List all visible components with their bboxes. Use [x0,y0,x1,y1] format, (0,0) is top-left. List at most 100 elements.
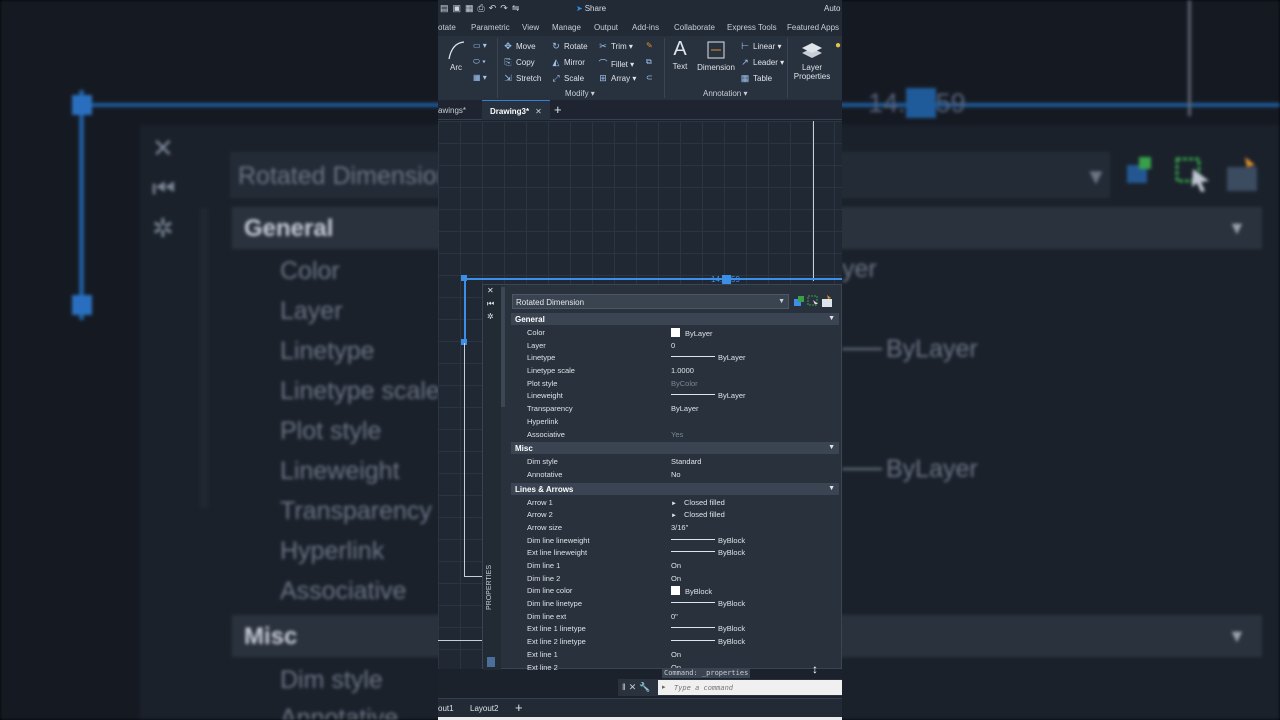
property-row[interactable]: Dim line lineweight ByBlock [511,534,839,547]
property-row[interactable]: Lineweight ByLayer [511,389,839,402]
layout-tab-2[interactable]: Layout2 [470,704,498,713]
tab-output[interactable]: Output [594,23,618,32]
command-line-controls[interactable]: ‖✕🔧 [622,682,653,693]
property-row[interactable]: Layer 0 [511,339,839,352]
property-value[interactable]: ByBlock [671,536,745,545]
property-row[interactable]: Linetype scale 1.0000 [511,364,839,377]
command-input[interactable] [658,680,842,695]
section-general[interactable]: General ▼ [511,313,839,325]
tab-addins[interactable]: Add-ins [632,23,659,32]
tab-collaborate[interactable]: Collaborate [674,23,715,32]
property-value[interactable]: 1.0000 [671,366,694,375]
erase-icon[interactable]: ✎ [646,41,653,50]
lightbulb-icon[interactable]: ● [835,40,841,51]
property-row[interactable]: Dim line ext 0" [511,610,839,623]
doc-tab-drawings[interactable]: awings* [438,106,466,115]
property-value[interactable]: ► Closed filled [671,498,725,507]
drawing-line[interactable] [438,640,482,641]
new-tab-icon[interactable]: + [554,102,562,117]
property-row[interactable]: Arrow 2 ► Closed filled [511,508,839,521]
drawing-line[interactable] [813,121,814,281]
rotate-button[interactable]: ↻ Rotate [551,41,587,52]
toggle-pickadd-icon[interactable] [793,295,805,307]
property-row[interactable]: Dim line 1 On [511,559,839,572]
property-row[interactable]: Dim line 2 On [511,572,839,585]
tab-annotate[interactable]: otate [438,23,456,32]
property-row[interactable]: Arrow 1 ► Closed filled [511,496,839,509]
select-objects-icon[interactable] [807,295,819,307]
annotation-panel-title[interactable]: Annotation ▾ [703,89,748,98]
property-row[interactable]: Color ByLayer [511,326,839,339]
section-lines-arrows[interactable]: Lines & Arrows ▼ [511,482,839,495]
drag-handle-icon[interactable]: ‖ [622,682,629,692]
property-row[interactable]: Ext line 1 On [511,648,839,661]
property-value[interactable]: On [671,561,681,570]
new-icon[interactable]: ▤ [440,3,453,13]
property-value[interactable]: ByLayer [671,353,746,362]
layer-properties-button[interactable]: Layer Properties [790,39,834,81]
property-row[interactable]: Associative Yes [511,428,839,441]
recent-commands-icon[interactable]: ▸ [662,683,666,691]
property-value[interactable]: ByColor [671,379,698,388]
property-value[interactable]: 0 [671,341,675,350]
share-button[interactable]: ➤ Share [576,4,606,13]
modify-panel-title[interactable]: Modify ▾ [565,89,595,98]
property-value[interactable]: No [671,470,681,479]
print-icon[interactable]: ⎙ [478,3,489,13]
redo-icon[interactable]: ↷ [500,3,512,13]
drawing-line[interactable] [464,343,465,577]
property-row[interactable]: Plot style ByColor [511,377,839,390]
mirror-button[interactable]: ◭ Mirror [551,57,585,68]
property-value[interactable]: Yes [671,430,683,439]
settings-icon[interactable]: ✲ [487,312,494,321]
stretch-button[interactable]: ⇲ Stretch [503,73,541,84]
table-button[interactable]: ▦ Table [740,73,772,84]
rectangle-icon[interactable]: ▭ ▾ [473,41,487,50]
tab-featured-apps[interactable]: Featured Apps [787,23,839,32]
scale-button[interactable]: ⤢ Scale [551,73,584,84]
new-layout-icon[interactable]: + [515,700,523,715]
explode-icon[interactable]: ⧉ [646,57,652,67]
layout-tab-1[interactable]: out1 [438,704,454,713]
property-row[interactable]: Dim line color ByBlock [511,584,839,597]
property-value[interactable]: On [671,650,681,659]
property-row[interactable]: Dim line linetype ByBlock [511,597,839,610]
property-row[interactable]: Annotative No [511,468,839,481]
quick-access-icons[interactable]: ▤▣▦⎙↶↷⇋ [440,3,523,14]
property-row[interactable]: Transparency ByLayer [511,402,839,415]
dimension-grip[interactable] [461,275,467,281]
close-icon[interactable]: ✕ [629,682,640,692]
close-icon[interactable]: ✕ [487,286,494,295]
move-button[interactable]: ✥ Move [503,41,535,52]
save-icon[interactable]: ▣ [453,3,466,13]
property-value[interactable]: 3/16" [671,523,688,532]
arc-button[interactable]: Arc [444,39,468,72]
trim-button[interactable]: ✂ Trim ▾ [598,41,633,52]
property-row[interactable]: Linetype ByLayer [511,351,839,364]
property-row[interactable]: Ext line lineweight ByBlock [511,546,839,559]
linear-button[interactable]: ⊢ Linear ▾ [740,41,781,52]
undo-icon[interactable]: ↶ [489,3,501,13]
dimension-text[interactable]: 14.0059 [711,275,740,284]
property-value[interactable]: ► Closed filled [671,510,725,519]
copy-button[interactable]: ⎘ Copy [503,57,534,68]
tab-parametric[interactable]: Parametric [471,23,510,32]
property-value[interactable]: ByBlock [671,599,745,608]
ellipse-icon[interactable]: ⬭ ▾ [473,57,486,67]
drawing-line[interactable] [464,576,482,577]
property-row[interactable]: Ext line 1 linetype ByBlock [511,622,839,635]
property-value[interactable]: Standard [671,457,701,466]
fillet-button[interactable]: ⌒ Fillet ▾ [598,57,634,70]
property-value[interactable]: ByLayer [671,328,713,338]
offset-icon[interactable]: ⊂ [646,73,653,82]
property-value[interactable]: ByBlock [671,637,745,646]
leader-button[interactable]: ↗ Leader ▾ [740,57,784,68]
property-value[interactable]: ByBlock [671,624,745,633]
property-row[interactable]: Ext line 2 linetype ByBlock [511,635,839,648]
section-misc[interactable]: Misc ▼ [511,442,839,455]
property-row[interactable]: Arrow size 3/16" [511,521,839,534]
property-row[interactable]: Dim style Standard [511,455,839,468]
property-value[interactable]: ByBlock [671,548,745,557]
text-button[interactable]: A Text [669,38,691,71]
extension-line[interactable] [464,278,466,343]
